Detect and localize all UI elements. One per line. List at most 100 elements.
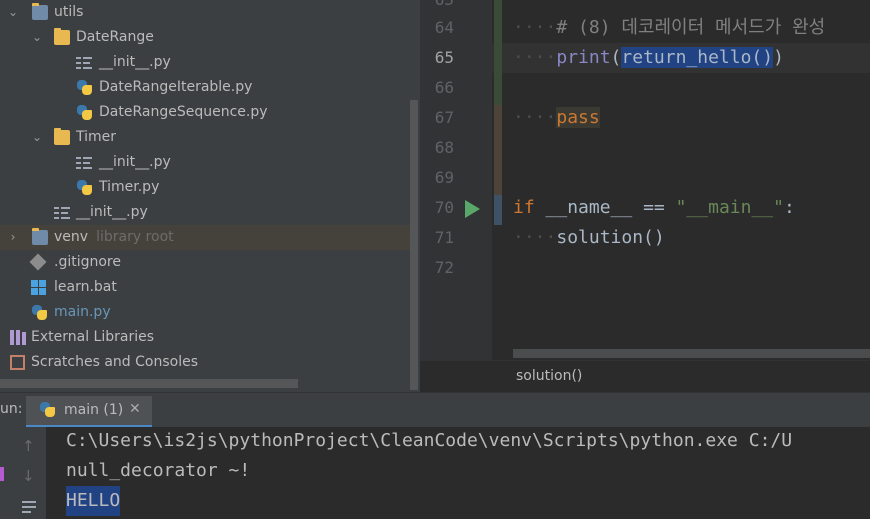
code-line-65: ····print(return_hello())	[513, 43, 784, 73]
line-number: 69	[434, 168, 454, 187]
chevron-down-icon[interactable]: ⌄	[6, 0, 20, 25]
arrow-up-icon[interactable]: ↑	[22, 437, 35, 455]
tree-item-label: __init__.py	[99, 54, 171, 70]
tree-item-label: Timer	[76, 129, 117, 145]
python-init-icon	[76, 155, 92, 170]
chevron-right-icon[interactable]: ›	[6, 225, 20, 250]
console-line-selected: HELLO	[66, 486, 121, 516]
arrow-down-icon[interactable]: ↓	[22, 467, 35, 485]
code-keyword: pass	[556, 107, 600, 128]
line-number: 68	[434, 138, 454, 157]
code-selection: return_hello()	[621, 47, 774, 68]
tree-item-label: DateRangeSequence.py	[99, 104, 268, 120]
run-side-toolbar: ↑ ↓	[0, 427, 46, 519]
chevron-down-icon[interactable]: ⌄	[30, 25, 44, 50]
tree-item-main-py[interactable]: main.py	[0, 300, 410, 325]
scratches-icon	[10, 355, 25, 370]
python-file-icon	[77, 80, 92, 95]
tree-item-daterangesequence[interactable]: DateRangeSequence.py	[0, 100, 410, 125]
tree-item-timer-init[interactable]: __init__.py	[0, 150, 410, 175]
tree-item-label: utils	[54, 4, 84, 20]
indent-guide: ····	[513, 227, 557, 248]
tree-item-label: DateRange	[76, 29, 154, 45]
tree-vertical-scrollbar[interactable]	[410, 100, 418, 390]
indent-guide: ····	[513, 47, 557, 68]
tree-item-gitignore[interactable]: .gitignore	[0, 250, 410, 275]
python-init-icon	[76, 55, 92, 70]
line-number: 64	[434, 18, 454, 37]
folder-icon	[54, 128, 70, 145]
code-paren: )	[773, 47, 784, 68]
tree-item-utils[interactable]: ⌄ utils	[0, 0, 410, 25]
code-paren: (	[610, 47, 622, 68]
line-number: 70	[434, 198, 454, 217]
tree-item-timer-py[interactable]: Timer.py	[0, 175, 410, 200]
soft-wrap-icon[interactable]	[22, 499, 38, 513]
code-line-67: ····pass	[513, 103, 600, 133]
python-file-icon	[77, 180, 92, 195]
vcs-added-marker[interactable]	[494, 0, 502, 105]
line-number: 67	[434, 108, 454, 127]
project-tree: ⌄ utils ⌄ DateRange __init__.py DateRang…	[0, 0, 420, 392]
vcs-changed-marker[interactable]	[494, 195, 502, 225]
code-operator: ==	[643, 197, 665, 218]
tree-item-label: venv	[54, 229, 89, 245]
code-line-71: ····solution()	[513, 223, 665, 253]
tree-item-learn-bat[interactable]: learn.bat	[0, 275, 410, 300]
code-line-64: ····# (8) 데코레이터 메서드가 완성	[513, 13, 825, 43]
python-file-icon	[32, 305, 47, 320]
code-comment: # (8) 데코레이터 메서드가 완성	[556, 17, 826, 38]
tree-item-external-libraries[interactable]: External Libraries	[0, 325, 410, 350]
code-string: "__main__"	[675, 197, 784, 218]
tree-item-daterangeiterable[interactable]: DateRangeIterable.py	[0, 75, 410, 100]
indent-guide: ····	[513, 17, 557, 38]
indent-guide: ····	[513, 107, 557, 128]
python-file-icon	[77, 105, 92, 120]
tree-item-daterange-init[interactable]: __init__.py	[0, 50, 410, 75]
code-keyword: if	[513, 197, 535, 218]
tree-item-label: Timer.py	[99, 179, 160, 195]
chevron-down-icon[interactable]: ⌄	[30, 125, 44, 150]
tree-item-timer[interactable]: ⌄ Timer	[0, 125, 410, 150]
tree-item-label: __init__.py	[76, 204, 148, 220]
folder-icon	[54, 28, 70, 45]
folder-icon	[32, 3, 48, 20]
code-identifier: __name__	[534, 197, 644, 218]
editor-horizontal-scrollbar[interactable]	[513, 349, 870, 358]
console-line: C:\Users\is2js\pythonProject\CleanCode\v…	[66, 430, 793, 451]
windows-icon	[31, 280, 47, 295]
breadcrumb-bar	[420, 360, 870, 393]
close-icon[interactable]: ✕	[129, 401, 141, 417]
library-root-hint: library root	[96, 229, 174, 245]
code-line-70: if __name__ == "__main__":	[513, 193, 795, 223]
tree-item-label: learn.bat	[54, 279, 117, 295]
code-builtin: print	[556, 47, 611, 68]
code-colon: :	[783, 197, 795, 218]
tree-item-label: Scratches and Consoles	[31, 354, 198, 370]
python-init-icon	[54, 205, 70, 220]
line-number: 71	[434, 228, 454, 247]
tree-item-label: DateRangeIterable.py	[99, 79, 253, 95]
python-file-icon	[40, 402, 55, 417]
tree-horizontal-scrollbar[interactable]	[0, 379, 298, 388]
breadcrumb[interactable]: solution()	[516, 368, 582, 384]
tree-item-label: .gitignore	[54, 254, 121, 270]
tree-item-label: External Libraries	[31, 329, 154, 345]
git-icon	[29, 253, 47, 271]
tree-item-utils-init[interactable]: __init__.py	[0, 200, 410, 225]
venv-folder-icon	[32, 228, 48, 245]
tree-item-venv[interactable]: › venv library root	[0, 225, 410, 250]
line-number: 72	[434, 258, 454, 277]
run-gutter-icon[interactable]	[465, 200, 480, 218]
console-line: null_decorator ~!	[66, 460, 251, 481]
library-icon	[10, 330, 26, 345]
tree-item-label: __init__.py	[99, 154, 171, 170]
code-call: solution()	[556, 227, 665, 248]
line-number: 65	[434, 48, 454, 67]
tree-item-scratches[interactable]: Scratches and Consoles	[0, 350, 410, 375]
tree-item-daterange[interactable]: ⌄ DateRange	[0, 25, 410, 50]
tree-item-label: main.py	[54, 304, 111, 320]
run-tab-label[interactable]: main (1)	[64, 402, 123, 418]
debug-marker-icon	[0, 467, 4, 481]
run-panel-title: un:	[0, 401, 23, 417]
